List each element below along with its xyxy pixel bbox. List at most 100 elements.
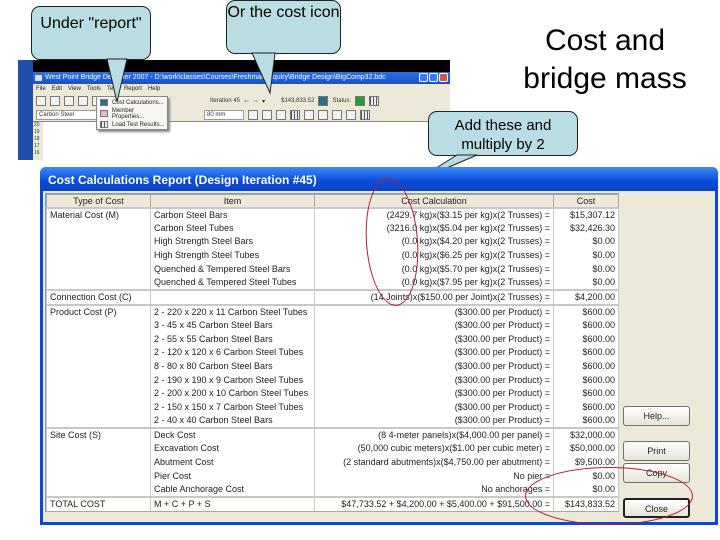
column-header-calculation[interactable]: Cost Calculation xyxy=(314,194,554,208)
help-button[interactable]: Help... xyxy=(623,406,690,426)
ruler-tick: 19 xyxy=(34,129,40,135)
back-arrow-icon[interactable]: ⇐ xyxy=(244,98,249,105)
cell-type xyxy=(46,386,151,401)
forward-arrow-icon[interactable]: ⇒ xyxy=(253,98,258,105)
cell-cost: $600.00 xyxy=(553,373,619,387)
cell-type xyxy=(46,262,151,276)
menu-view[interactable]: View xyxy=(68,84,81,94)
cell-calculation: ($300.00 per Product) = xyxy=(314,414,554,429)
table-header-row: Type of Cost Item Cost Calculation Cost xyxy=(46,194,619,208)
menu-tools[interactable]: Tools xyxy=(87,84,101,94)
cell-item: 3 - 45 x 45 Carbon Steel Bars xyxy=(150,318,315,333)
toolbar-row-1: Iteration 45 ⇐ ⇒ ▾ $143,833.52 Status: xyxy=(33,94,380,108)
iteration-label: Iteration 45 xyxy=(210,98,241,104)
dialog-status-bar xyxy=(45,511,619,521)
menu-report[interactable]: Report xyxy=(124,84,142,94)
cell-item: 2 - 150 x 150 x 7 Carbon Steel Tubes xyxy=(150,400,315,415)
status-ok-icon[interactable] xyxy=(355,96,366,106)
bridge-designer-window: West Point Bridge Designer 2007 - D:\wor… xyxy=(18,60,450,160)
grid-icon[interactable] xyxy=(369,96,380,106)
menu-edit[interactable]: Edit xyxy=(52,84,62,94)
table-row[interactable]: 2 - 120 x 120 x 6 Carbon Steel Tubes ($30… xyxy=(46,346,619,360)
table-row[interactable]: TOTAL COST M + C + P + S $47,733.52 + $4,2… xyxy=(46,495,619,511)
grid-coarse-icon[interactable] xyxy=(360,110,370,120)
cell-item: 2 - 55 x 55 Carbon Steel Bars xyxy=(150,332,315,347)
grid-fine-icon[interactable] xyxy=(332,110,342,120)
cell-cost: $0.00 xyxy=(553,469,619,483)
load-test-icon xyxy=(100,121,108,128)
cell-calculation: (8 4-meter panels)x($4,000.00 per panel)… xyxy=(314,427,554,443)
hollow-tube-icon[interactable] xyxy=(304,110,314,120)
open-folder-icon[interactable] xyxy=(50,96,60,106)
decrease-size-icon[interactable] xyxy=(262,110,272,120)
save-icon[interactable] xyxy=(64,96,74,106)
table-row[interactable]: Cable Anchorage Cost No anchorages = $0.00 xyxy=(46,482,619,497)
cell-item: Carbon Steel Tubes xyxy=(150,221,315,236)
cell-type xyxy=(46,346,151,360)
iteration-dropdown-icon[interactable]: ▾ xyxy=(262,98,265,105)
cell-calculation: (2429.7 kg)x($3.15 per kg)x(2 Trusses) = xyxy=(314,206,554,222)
new-file-icon[interactable] xyxy=(36,96,46,106)
slide-title: Cost and bridge mass xyxy=(523,24,687,95)
cell-type: Material Cost (M) xyxy=(46,206,151,222)
cell-item xyxy=(150,288,315,305)
table-row[interactable]: Product Cost (P) 2 - 220 x 220 x 11 Carbo… xyxy=(46,303,619,319)
member-list-icon[interactable] xyxy=(276,110,286,120)
solid-bar-icon[interactable] xyxy=(290,110,300,120)
table-row[interactable]: Quenched & Tempered Steel Bars (0.0 kg)x(… xyxy=(46,262,619,276)
menu-item-label: Load Test Results... xyxy=(112,121,165,128)
table-row[interactable]: Abutment Cost (2 standard abutments)x($4,… xyxy=(46,455,619,470)
callout-cost-icon: Or the cost icon xyxy=(226,0,341,95)
menu-item-load-test-results[interactable]: Load Test Results... xyxy=(97,119,167,130)
print-icon[interactable] xyxy=(78,96,88,106)
table-row[interactable]: Connection Cost (C) (14 Joints)x($150.00 … xyxy=(46,288,619,305)
increase-size-icon[interactable] xyxy=(248,110,258,120)
table-row[interactable]: High Strength Steel Tubes (0.0 kg)x($6.25… xyxy=(46,248,619,263)
table-row[interactable]: 2 - 190 x 190 x 9 Carbon Steel Tubes ($30… xyxy=(46,373,619,387)
cell-type xyxy=(46,359,151,374)
table-row[interactable]: 2 - 150 x 150 x 7 Carbon Steel Tubes ($30… xyxy=(46,400,619,415)
column-header-item[interactable]: Item xyxy=(150,194,315,208)
table-row[interactable]: Quenched & Tempered Steel Tubes (0.0 kg)x… xyxy=(46,275,619,290)
print-button[interactable]: Print xyxy=(623,441,690,461)
cell-type xyxy=(46,469,151,483)
cell-item: 2 - 40 x 40 Carbon Steel Bars xyxy=(150,414,315,429)
table-row[interactable]: 2 - 40 x 40 Carbon Steel Bars ($300.00 pe… xyxy=(46,414,619,429)
table-row[interactable]: 2 - 200 x 200 x 10 Carbon Steel Tubes ($3… xyxy=(46,386,619,401)
grid-medium-icon[interactable] xyxy=(346,110,356,120)
size-combo[interactable]: 80 mm xyxy=(204,110,244,120)
table-row[interactable]: 2 - 55 x 55 Carbon Steel Bars ($300.00 pe… xyxy=(46,332,619,347)
table-row[interactable]: Carbon Steel Tubes (3216.0 kg)x($5.04 per… xyxy=(46,221,619,236)
close-window-icon[interactable] xyxy=(439,73,448,82)
minimize-icon[interactable] xyxy=(419,73,428,82)
table-row[interactable]: Pier Cost No pier = $0.00 xyxy=(46,469,619,483)
maximize-icon[interactable] xyxy=(429,73,438,82)
menu-file[interactable]: File xyxy=(36,84,46,94)
menu-item-member-properties[interactable]: Member Properties... xyxy=(97,108,167,120)
cost-report-icon[interactable] xyxy=(318,96,329,106)
menu-item-cost-calculations[interactable]: Cost Calculations... xyxy=(97,97,167,108)
table-row[interactable]: Material Cost (M) Carbon Steel Bars (2429.… xyxy=(46,206,619,222)
cell-item: Abutment Cost xyxy=(150,455,315,470)
table-row[interactable]: 3 - 45 x 45 Carbon Steel Bars ($300.00 pe… xyxy=(46,318,619,333)
cell-calculation: ($300.00 per Product) = xyxy=(314,332,554,347)
table-row[interactable]: Site Cost (S) Deck Cost (8 4-meter panels)… xyxy=(46,427,619,443)
menu-help[interactable]: Help xyxy=(148,84,160,94)
cell-calculation: ($300.00 per Product) = xyxy=(314,303,554,319)
cell-type: Product Cost (P) xyxy=(46,303,151,319)
table-row[interactable]: High Strength Steel Bars (0.0 kg)x($4.20 … xyxy=(46,235,619,249)
column-header-cost[interactable]: Cost xyxy=(553,194,619,208)
table-row[interactable]: 8 - 80 x 80 Carbon Steel Bars ($300.00 pe… xyxy=(46,359,619,374)
cell-type xyxy=(46,235,151,249)
vertical-ruler: 20 19 18 17 16 xyxy=(33,122,43,160)
cell-type xyxy=(46,455,151,470)
menu-bar: File Edit View Tools Test Report Help xyxy=(33,84,450,94)
copy-button[interactable]: Copy xyxy=(623,463,690,483)
close-button[interactable]: Close xyxy=(623,498,690,518)
column-header-type[interactable]: Type of Cost xyxy=(46,194,151,208)
callout-under-report: Under "report" xyxy=(31,6,151,103)
truss-icon[interactable] xyxy=(318,110,328,120)
table-row[interactable]: Excavation Cost (50,000 cubic meters)x($1… xyxy=(46,442,619,456)
cell-cost: $143,833.52 xyxy=(553,495,619,511)
desktop-strip xyxy=(18,60,33,160)
